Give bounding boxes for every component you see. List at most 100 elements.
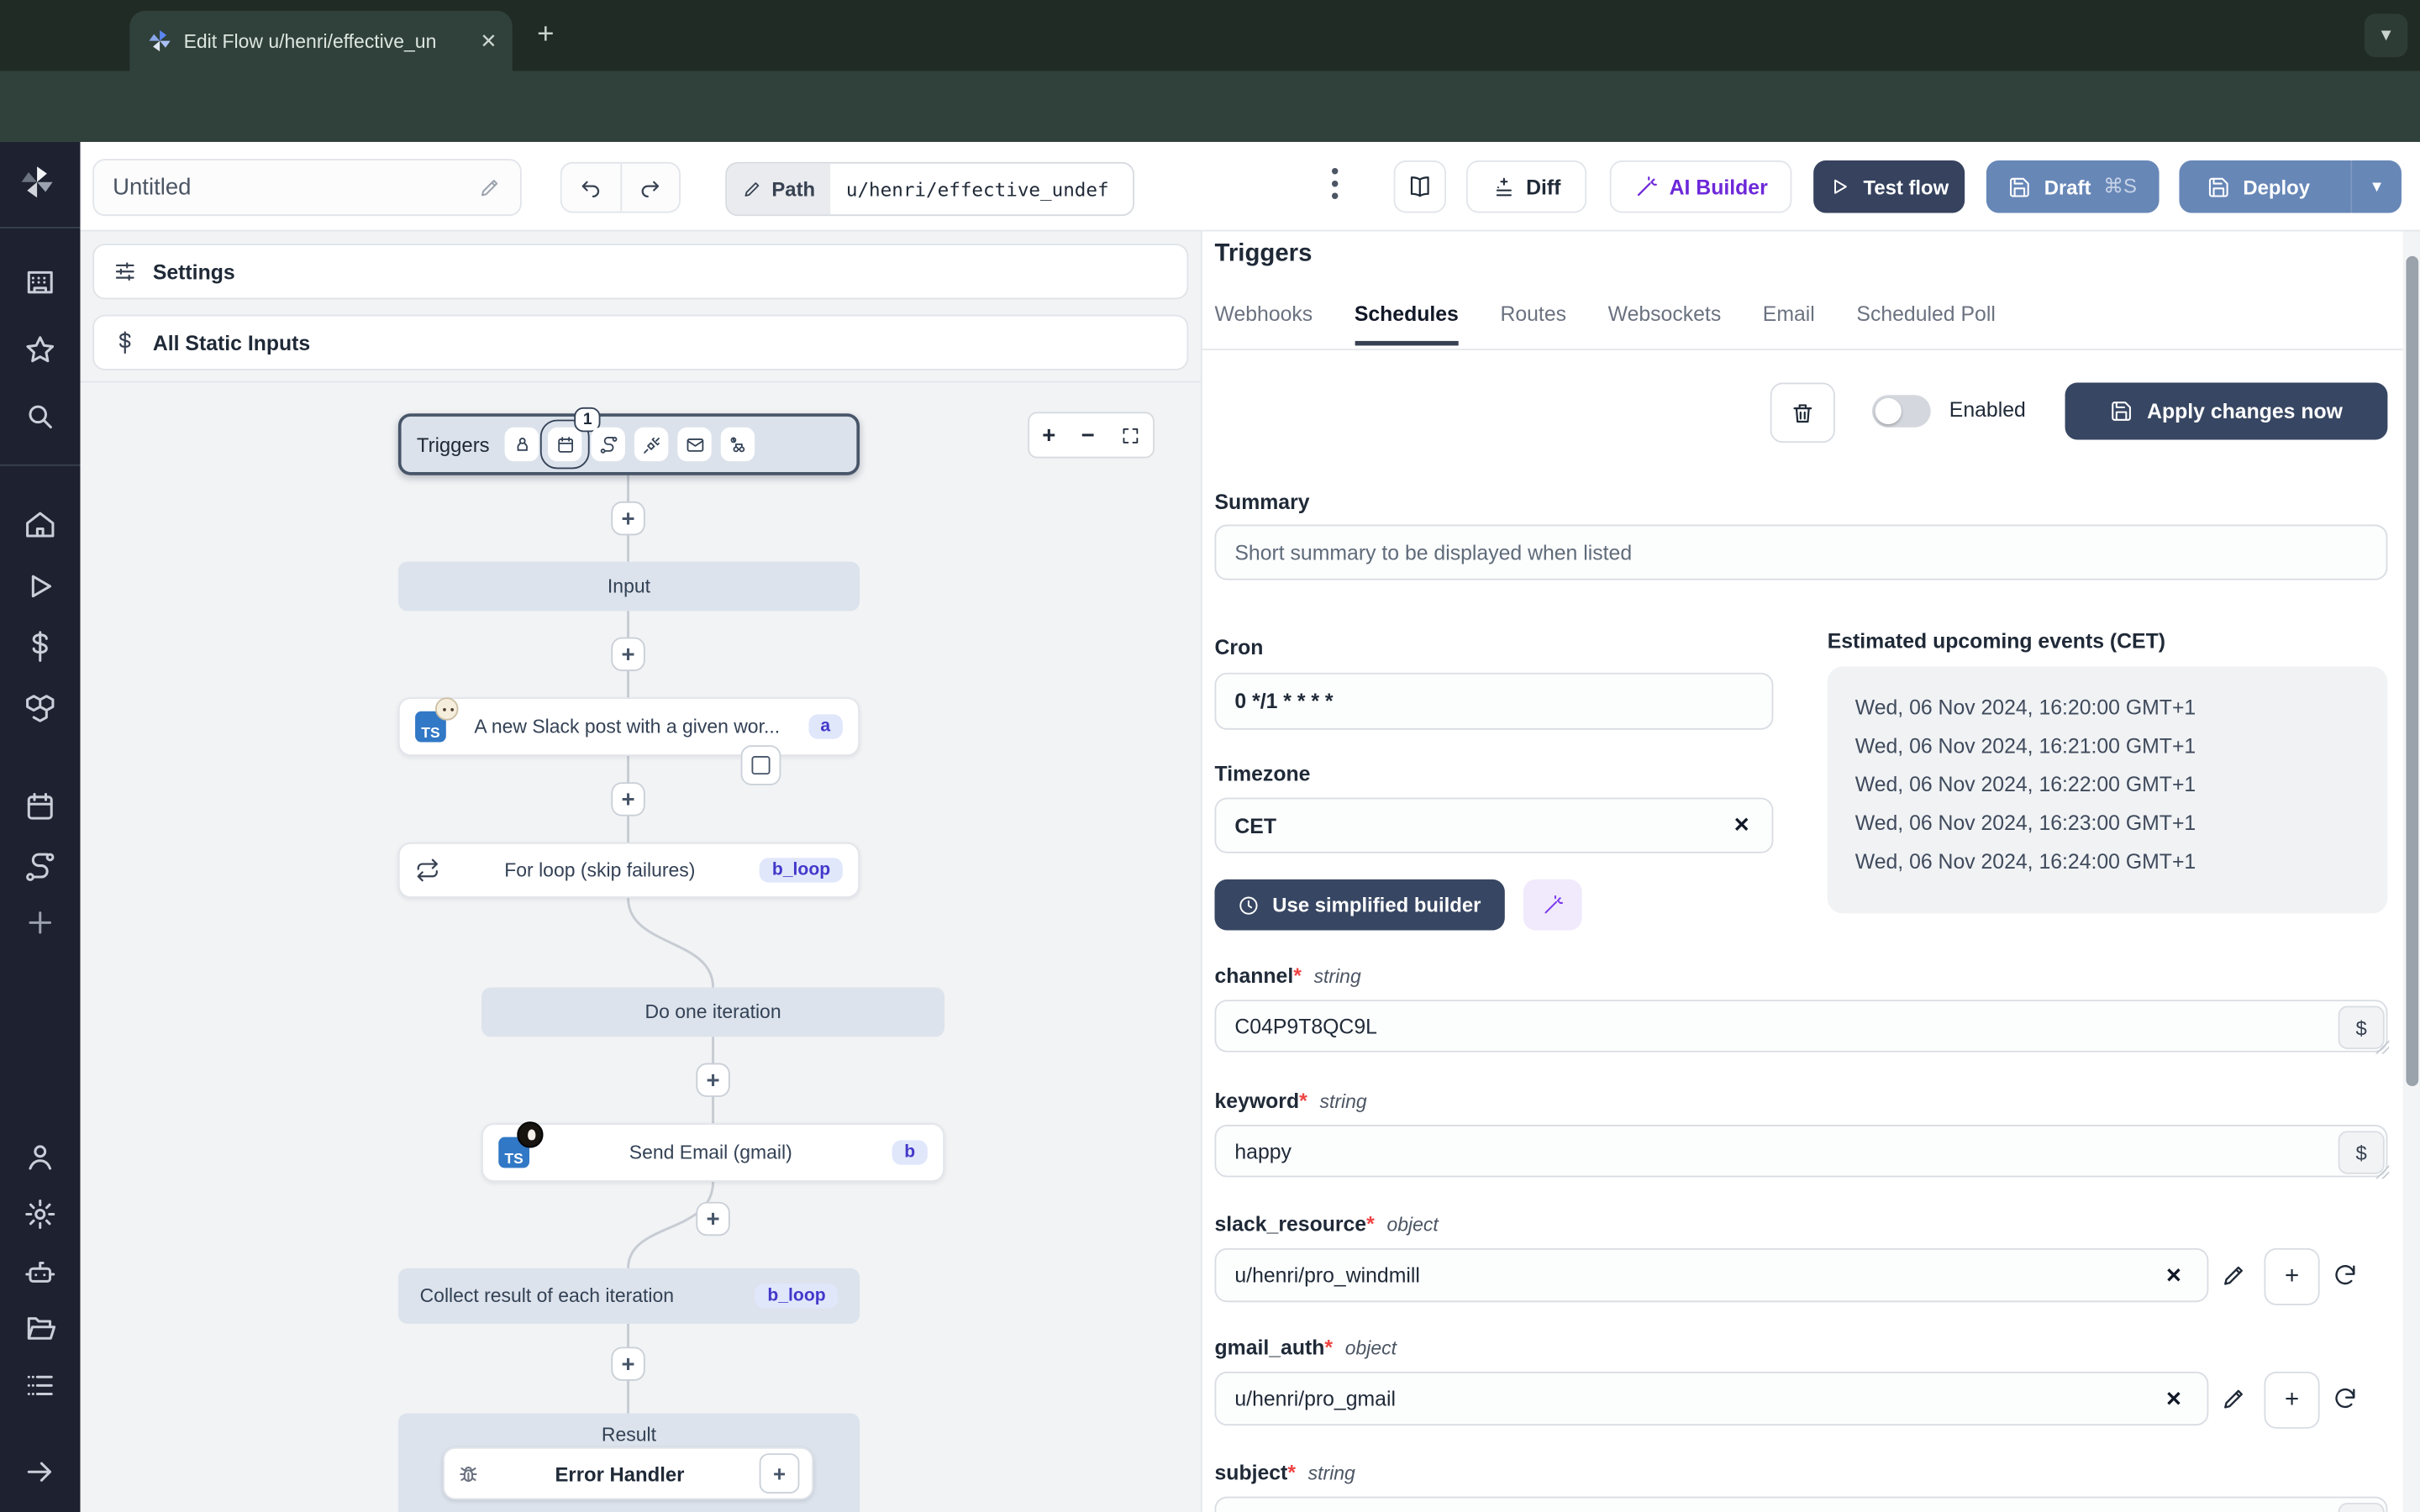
browser-toolbar: app.windmill.dev/flows/edit/u/henri/effe… <box>0 71 2420 202</box>
variables-dollar-icon[interactable] <box>24 629 57 663</box>
audit-logs-list-icon[interactable] <box>24 1368 57 1402</box>
sliders-icon <box>115 262 134 281</box>
tab-scheduled-poll[interactable]: Scheduled Poll <box>1856 302 1995 345</box>
error-handler-node[interactable]: Error Handler + <box>443 1446 813 1500</box>
workspace-icon[interactable] <box>24 265 57 299</box>
cron-input[interactable] <box>1214 672 1774 730</box>
tab-routes[interactable]: Routes <box>1500 302 1566 345</box>
redo-button[interactable] <box>621 164 679 212</box>
path-label: Path <box>727 163 831 215</box>
tab-websockets[interactable]: Websockets <box>1608 302 1722 345</box>
step-id-badge: b_loop <box>760 858 843 883</box>
webhook-trigger-icon[interactable] <box>504 427 539 462</box>
diff-button[interactable]: Diff <box>1465 160 1587 213</box>
add-plus-icon[interactable] <box>24 906 57 939</box>
summary-input[interactable] <box>1214 524 2388 580</box>
test-flow-button[interactable]: Test flow <box>1813 160 1965 213</box>
settings-gear-icon[interactable] <box>24 1197 57 1231</box>
skip-module-button[interactable] <box>740 745 781 785</box>
undo-button[interactable] <box>562 163 622 212</box>
input-node[interactable]: Input <box>397 561 860 612</box>
tab-search-chevron-icon[interactable]: ▼ <box>2364 13 2408 57</box>
resize-handle[interactable] <box>2375 1039 2390 1054</box>
favorites-star-icon[interactable] <box>24 333 57 367</box>
refresh-resource-icon[interactable] <box>2332 1262 2358 1288</box>
websocket-trigger-icon[interactable] <box>634 427 669 462</box>
enabled-toggle[interactable] <box>1871 395 1931 428</box>
ai-builder-button[interactable]: AI Builder <box>1609 160 1792 213</box>
insert-step-button[interactable]: + <box>696 1201 730 1236</box>
timezone-clear-icon[interactable]: ✕ <box>1733 813 1750 837</box>
collect-result-node[interactable]: Collect result of each iteration b_loop <box>397 1268 860 1324</box>
delete-schedule-button[interactable] <box>1770 382 1835 444</box>
panel-scrollbar-thumb[interactable] <box>2406 255 2419 1087</box>
path-input[interactable]: u/henri/effective_undef <box>830 164 1133 215</box>
edit-pencil-icon[interactable] <box>478 176 502 199</box>
channel-input[interactable] <box>1214 1000 2388 1053</box>
schedule-trigger-icon[interactable]: 1 <box>540 407 601 470</box>
refresh-resource-icon[interactable] <box>2332 1385 2358 1411</box>
loop-repeat-icon <box>417 858 438 882</box>
route-trigger-icon[interactable] <box>591 427 626 462</box>
all-static-inputs-row[interactable]: All Static Inputs <box>92 314 1189 370</box>
tab-schedules[interactable]: Schedules <box>1354 302 1459 346</box>
docs-book-button[interactable] <box>1393 160 1447 213</box>
deploy-dropdown-chevron-icon[interactable]: ▼ <box>2350 160 2402 213</box>
routes-icon[interactable] <box>24 850 57 884</box>
simplified-builder-button[interactable]: Use simplified builder <box>1214 879 1505 931</box>
settings-row[interactable]: Settings <box>92 244 1189 300</box>
fullscreen-icon[interactable] <box>1120 425 1140 445</box>
do-one-iteration-node[interactable]: Do one iteration <box>481 987 945 1037</box>
slack-resource-clear-icon[interactable]: ✕ <box>2165 1263 2182 1288</box>
apply-changes-button[interactable]: Apply changes now <box>2065 382 2388 440</box>
tab-email[interactable]: Email <box>1763 302 1815 345</box>
windmill-logo[interactable] <box>20 165 54 199</box>
keyword-input[interactable] <box>1214 1124 2388 1178</box>
insert-step-button[interactable]: + <box>696 1063 730 1097</box>
subject-input[interactable] <box>1214 1496 2388 1512</box>
gmail-auth-input[interactable] <box>1214 1371 2209 1426</box>
zoom-in-icon[interactable]: + <box>1042 422 1055 448</box>
flow-name-input[interactable]: Untitled <box>92 159 522 217</box>
insert-step-button[interactable]: + <box>611 501 645 536</box>
add-error-handler-button[interactable]: + <box>759 1453 800 1494</box>
tab-close-icon[interactable]: ✕ <box>480 29 497 53</box>
workers-robot-icon[interactable] <box>24 1256 57 1289</box>
forloop-step-node[interactable]: For loop (skip failures) b_loop <box>397 842 860 898</box>
insert-step-button[interactable]: + <box>611 782 645 816</box>
step-id-badge: a <box>808 714 843 739</box>
browser-tab[interactable]: Edit Flow u/henri/effective_un ✕ <box>129 10 513 71</box>
folders-icon[interactable] <box>24 1311 57 1345</box>
scheduled-poll-trigger-icon[interactable] <box>721 427 755 462</box>
triggers-node[interactable]: Triggers 1 <box>397 407 860 475</box>
email-step-node[interactable]: TS Send Email (gmail) b <box>481 1121 945 1182</box>
add-resource-button[interactable]: + <box>2264 1371 2320 1429</box>
edit-resource-pencil-icon[interactable] <box>2221 1385 2247 1411</box>
slack-step-node[interactable]: TS A new Slack post with a given wor... … <box>397 697 860 756</box>
schedules-calendar-icon[interactable] <box>24 790 57 823</box>
tab-webhooks[interactable]: Webhooks <box>1215 302 1313 345</box>
more-options-kebab-icon[interactable]: • • • <box>1324 160 1346 208</box>
add-resource-button[interactable]: + <box>2264 1247 2320 1305</box>
slack-resource-input[interactable] <box>1214 1247 2209 1303</box>
runs-play-icon[interactable] <box>24 570 57 603</box>
subject-label: subject* string <box>1214 1461 1355 1484</box>
resize-handle[interactable] <box>2375 1164 2390 1179</box>
new-tab-button[interactable]: + <box>537 19 554 51</box>
insert-step-button[interactable]: + <box>611 637 645 671</box>
draft-button[interactable]: Draft ⌘S <box>1986 160 2160 213</box>
subject-dollar-button[interactable]: $ <box>2338 1502 2385 1512</box>
timezone-input[interactable] <box>1214 797 1774 853</box>
expand-sidebar-arrow-icon[interactable] <box>24 1455 57 1488</box>
resources-cubes-icon[interactable] <box>24 691 57 725</box>
home-icon[interactable] <box>24 507 57 541</box>
ai-cron-wand-button[interactable] <box>1523 879 1582 931</box>
users-person-icon[interactable] <box>24 1140 57 1173</box>
search-icon[interactable] <box>24 400 57 433</box>
gmail-auth-clear-icon[interactable]: ✕ <box>2165 1387 2182 1411</box>
insert-step-button[interactable]: + <box>611 1347 645 1381</box>
zoom-out-icon[interactable]: − <box>1081 422 1095 448</box>
edit-resource-pencil-icon[interactable] <box>2221 1262 2247 1288</box>
deploy-button[interactable]: Deploy ▼ <box>2179 160 2402 213</box>
email-trigger-icon[interactable] <box>677 427 713 462</box>
